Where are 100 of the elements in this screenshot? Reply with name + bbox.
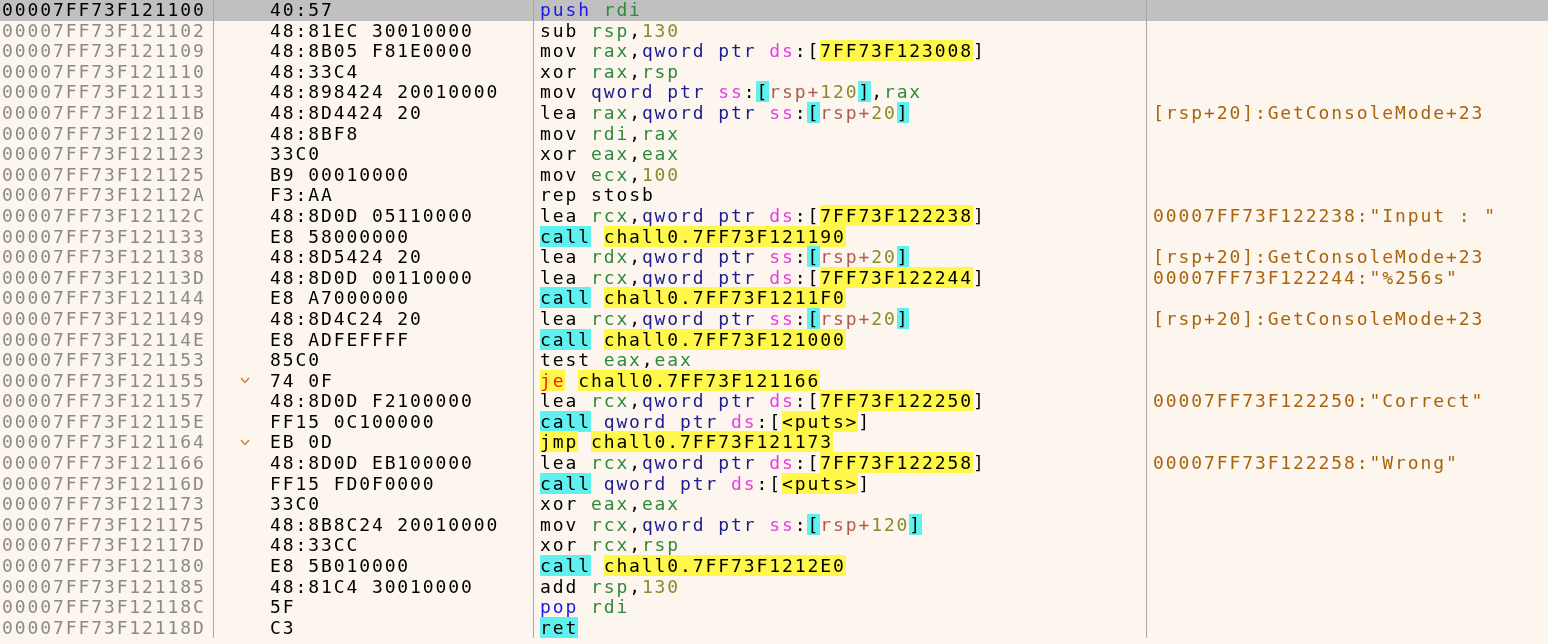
instruction-text: ret xyxy=(539,617,579,639)
comment-text: [rsp+20]:GetConsoleMode+23 xyxy=(1152,102,1485,124)
comment-text: 00007FF73F122250:"Correct" xyxy=(1152,391,1485,412)
bytes-text: 85C0 xyxy=(270,350,321,371)
instruction-text: xor eax,eax xyxy=(539,144,681,165)
bytes-text: 48:8B05 F81E0000 xyxy=(270,41,474,62)
comment-text: 00007FF73F122258:"Wrong" xyxy=(1152,453,1459,474)
disassembly-row[interactable]: 00007FF73F121100 40:57 push rdi xyxy=(0,0,1548,21)
instruction-text: test eax,eax xyxy=(539,350,693,371)
address-text: 00007FF73F121153 xyxy=(1,350,206,371)
address-text: 00007FF73F121164 xyxy=(1,432,206,454)
bytes-text: 48:33C4 xyxy=(270,61,360,83)
bytes-text: 33C0 xyxy=(270,144,321,165)
instruction-text: mov qword ptr ss:[rsp+120],rax xyxy=(539,82,923,103)
address-text: 00007FF73F121180 xyxy=(1,556,206,577)
comment-text: 00007FF73F122244:"%256s" xyxy=(1152,267,1459,289)
address-text: 00007FF73F12117D xyxy=(1,535,206,557)
instruction-text: call chall0.7FF73F1212E0 xyxy=(539,556,846,577)
bytes-text: B9 00010000 xyxy=(270,164,411,186)
address-text: 00007FF73F121173 xyxy=(1,494,206,515)
address-text: 00007FF73F12111B xyxy=(1,102,206,124)
bytes-text: EB 0D xyxy=(270,432,334,454)
bytes-text: E8 ADFEFFFF xyxy=(270,329,411,351)
instruction-text: call chall0.7FF73F121190 xyxy=(539,226,846,248)
address-text: 00007FF73F121123 xyxy=(1,144,206,165)
address-text: 00007FF73F121100 xyxy=(1,0,206,21)
bytes-text: 48:8D0D EB100000 xyxy=(270,453,474,474)
comment-text: 00007FF73F122238:"Input : " xyxy=(1152,205,1497,227)
instruction-text: lea rcx,qword ptr ds:[7FF73F122244] xyxy=(539,267,986,289)
comment-text: [rsp+20]:GetConsoleMode+23 xyxy=(1152,308,1485,330)
address-text: 00007FF73F121157 xyxy=(1,391,206,412)
instruction-text: mov rcx,qword ptr ss:[rsp+120] xyxy=(539,514,923,536)
bytes-text: 48:81EC 30010000 xyxy=(270,20,474,42)
instruction-text: pop rdi xyxy=(539,597,630,618)
address-text: 00007FF73F121110 xyxy=(1,61,206,83)
instruction-text: call chall0.7FF73F1211F0 xyxy=(539,288,846,309)
bytes-text: 48:8D0D 00110000 xyxy=(270,267,474,289)
bytes-text: 40:57 xyxy=(270,0,334,21)
instruction-text: lea rdx,qword ptr ss:[rsp+20] xyxy=(539,247,910,268)
bytes-text: 48:33CC xyxy=(270,535,360,557)
bytes-text: 48:8B8C24 20010000 xyxy=(270,514,500,536)
address-text: 00007FF73F121144 xyxy=(1,288,206,309)
instruction-text: xor rcx,rsp xyxy=(539,535,681,557)
instruction-text: lea rcx,qword ptr ds:[7FF73F122238] xyxy=(539,205,986,227)
instruction-text: sub rsp,130 xyxy=(539,20,681,42)
instruction-text: xor eax,eax xyxy=(539,494,681,515)
address-text: 00007FF73F121113 xyxy=(1,82,206,103)
address-text: 00007FF73F121185 xyxy=(1,576,206,598)
bytes-text: 48:8D4C24 20 xyxy=(270,308,423,330)
address-text: 00007FF73F121149 xyxy=(1,308,206,330)
instruction-text: lea rcx,qword ptr ds:[7FF73F122258] xyxy=(539,453,986,474)
instruction-text: call qword ptr ds:[<puts>] xyxy=(539,473,872,495)
address-text: 00007FF73F121102 xyxy=(1,20,206,42)
bytes-text: 74 0F xyxy=(270,370,334,392)
address-text: 00007FF73F12118D xyxy=(1,617,206,639)
address-text: 00007FF73F121109 xyxy=(1,41,206,62)
bytes-text: 48:8BF8 xyxy=(270,123,360,145)
instruction-text: lea rax,qword ptr ss:[rsp+20] xyxy=(539,102,910,124)
bytes-text: 48:81C4 30010000 xyxy=(270,576,474,598)
comment-text: [rsp+20]:GetConsoleMode+23 xyxy=(1152,247,1485,268)
instruction-text: push rdi xyxy=(539,0,642,21)
bytes-text: FF15 FD0F0000 xyxy=(270,473,436,495)
instruction-text: add rsp,130 xyxy=(539,576,681,598)
bytes-text: E8 58000000 xyxy=(270,226,411,248)
address-text: 00007FF73F12113D xyxy=(1,267,206,289)
bytes-text: FF15 0C100000 xyxy=(270,411,436,433)
instruction-text: jmp chall0.7FF73F121173 xyxy=(539,432,833,454)
instruction-text: lea rcx,qword ptr ss:[rsp+20] xyxy=(539,308,910,330)
instruction-text: call chall0.7FF73F121000 xyxy=(539,329,846,351)
bytes-text: 48:8D0D F2100000 xyxy=(270,391,474,412)
address-text: 00007FF73F12115E xyxy=(1,411,206,433)
instruction-text: mov rdi,rax xyxy=(539,123,681,145)
address-text: 00007FF73F12112C xyxy=(1,205,206,227)
instruction-text: mov rax,qword ptr ds:[7FF73F123008] xyxy=(539,41,986,62)
address-text: 00007FF73F12116D xyxy=(1,473,206,495)
instruction-text: mov ecx,100 xyxy=(539,164,681,186)
bytes-text: F3:AA xyxy=(270,185,334,206)
address-text: 00007FF73F121155 xyxy=(1,370,206,392)
bytes-text: E8 5B010000 xyxy=(270,556,411,577)
bytes-text: 48:8D4424 20 xyxy=(270,102,423,124)
address-text: 00007FF73F12112A xyxy=(1,185,206,206)
bytes-text: 48:898424 20010000 xyxy=(270,82,500,103)
bytes-text: 48:8D5424 20 xyxy=(270,247,423,268)
address-text: 00007FF73F121133 xyxy=(1,226,206,248)
bytes-text: E8 A7000000 xyxy=(270,288,411,309)
bytes-text: 48:8D0D 05110000 xyxy=(270,205,474,227)
address-text: 00007FF73F121125 xyxy=(1,164,206,186)
instruction-text: xor rax,rsp xyxy=(539,61,681,83)
address-text: 00007FF73F12118C xyxy=(1,597,206,618)
instruction-text: rep stosb xyxy=(539,185,655,206)
address-text: 00007FF73F121138 xyxy=(1,247,206,268)
instruction-text: lea rcx,qword ptr ds:[7FF73F122250] xyxy=(539,391,986,412)
bytes-text: C3 xyxy=(270,617,296,639)
address-text: 00007FF73F121120 xyxy=(1,123,206,145)
instruction-text: call qword ptr ds:[<puts>] xyxy=(539,411,872,433)
address-text: 00007FF73F12114E xyxy=(1,329,206,351)
address-text: 00007FF73F121166 xyxy=(1,453,206,474)
address-text: 00007FF73F121175 xyxy=(1,514,206,536)
bytes-text: 33C0 xyxy=(270,494,321,515)
instruction-text: je chall0.7FF73F121166 xyxy=(539,370,821,392)
